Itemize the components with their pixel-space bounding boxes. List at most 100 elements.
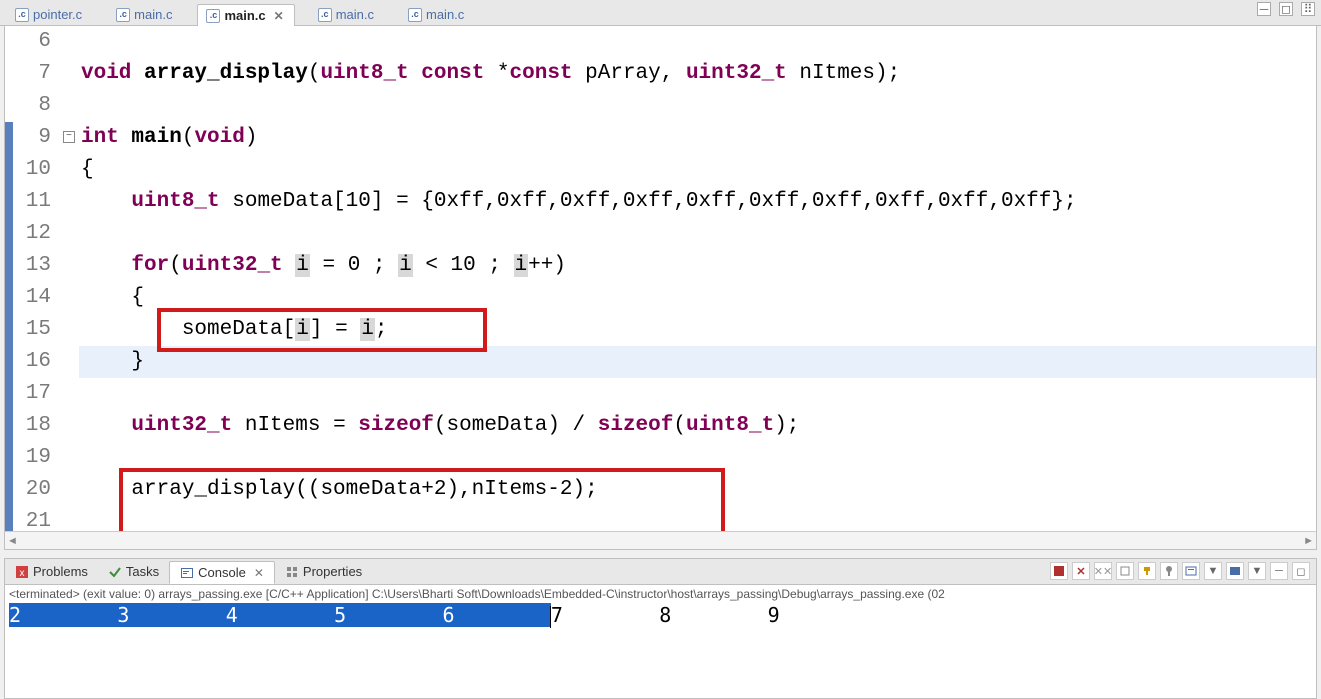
line-number: 21 — [5, 506, 61, 531]
line-number: 7 — [5, 58, 61, 90]
code-content[interactable] — [79, 26, 1316, 58]
console-launch-header: <terminated> (exit value: 0) arrays_pass… — [5, 585, 1316, 603]
fold-gutter[interactable] — [61, 26, 79, 58]
code-content[interactable] — [79, 378, 1316, 410]
line-number: 12 — [5, 218, 61, 250]
fold-gutter[interactable] — [61, 378, 79, 410]
code-editor-viewport[interactable]: 67 void array_display(uint8_t const *cons… — [5, 26, 1316, 531]
console-dropdown-button[interactable]: ▼ — [1204, 562, 1222, 580]
fold-gutter[interactable] — [61, 282, 79, 314]
code-line-11[interactable]: 11 uint8_t someData[10] = {0xff,0xff,0xf… — [5, 186, 1316, 218]
line-number: 15 — [5, 314, 61, 346]
c-file-icon: .c — [408, 8, 422, 22]
line-number: 8 — [5, 90, 61, 122]
close-icon[interactable]: ✕ — [274, 9, 284, 23]
close-icon[interactable]: ✕ — [254, 566, 264, 580]
terminate-button[interactable] — [1050, 562, 1068, 580]
code-content[interactable] — [79, 506, 1316, 531]
code-line-15[interactable]: 15 someData[i] = i; — [5, 314, 1316, 346]
console-text[interactable]: 7 8 9 — [551, 603, 876, 627]
fold-gutter[interactable] — [61, 58, 79, 90]
minimize-pane-button[interactable]: ─ — [1257, 2, 1271, 16]
fold-gutter[interactable] — [61, 186, 79, 218]
fold-gutter[interactable] — [61, 314, 79, 346]
console-body[interactable]: <terminated> (exit value: 0) arrays_pass… — [5, 585, 1316, 698]
display-selected-button[interactable] — [1182, 562, 1200, 580]
editor-pane-controls: ─ ◻ ⠿ — [1257, 2, 1315, 16]
code-content[interactable] — [79, 218, 1316, 250]
code-line-14[interactable]: 14 { — [5, 282, 1316, 314]
code-line-12[interactable]: 12 — [5, 218, 1316, 250]
code-content[interactable]: someData[i] = i; — [79, 314, 1316, 346]
line-number: 11 — [5, 186, 61, 218]
fold-gutter[interactable] — [61, 410, 79, 442]
code-line-20[interactable]: 20 array_display((someData+2),nItems-2); — [5, 474, 1316, 506]
fold-gutter[interactable] — [61, 346, 79, 378]
code-content[interactable]: void array_display(uint8_t const *const … — [79, 58, 1316, 90]
fold-gutter[interactable] — [61, 442, 79, 474]
code-content[interactable] — [79, 442, 1316, 474]
editor-tab-label: main.c — [134, 7, 172, 22]
line-number: 16 — [5, 346, 61, 378]
code-line-17[interactable]: 17 — [5, 378, 1316, 410]
maximize-panel-button[interactable]: ◻ — [1292, 562, 1310, 580]
bottom-panel: x Problems Tasks Console ✕ Properties ✕ — [4, 558, 1317, 699]
editor-tab-0[interactable]: .cpointer.c — [6, 3, 93, 25]
code-line-21[interactable]: 21 — [5, 506, 1316, 531]
code-line-6[interactable]: 6 — [5, 26, 1316, 58]
code-line-18[interactable]: 18 uint32_t nItems = sizeof(someData) / … — [5, 410, 1316, 442]
code-content[interactable]: for(uint32_t i = 0 ; i < 10 ; i++) — [79, 250, 1316, 282]
fold-gutter[interactable] — [61, 218, 79, 250]
fold-gutter[interactable] — [61, 250, 79, 282]
code-line-9[interactable]: 9−int main(void) — [5, 122, 1316, 154]
code-line-16[interactable]: 16 } — [5, 346, 1316, 378]
code-content[interactable]: } — [79, 346, 1316, 378]
code-editor[interactable]: 67 void array_display(uint8_t const *cons… — [4, 26, 1317, 550]
scroll-left-arrow-icon[interactable]: ◄ — [7, 535, 18, 547]
fold-gutter[interactable] — [61, 90, 79, 122]
tab-properties[interactable]: Properties — [275, 561, 372, 582]
scroll-lock-button[interactable] — [1138, 562, 1156, 580]
editor-tab-label: pointer.c — [33, 7, 82, 22]
code-content[interactable]: uint32_t nItems = sizeof(someData) / siz… — [79, 410, 1316, 442]
editor-tab-2[interactable]: .cmain.c✕ — [197, 4, 294, 26]
clear-console-button[interactable] — [1116, 562, 1134, 580]
code-line-19[interactable]: 19 — [5, 442, 1316, 474]
tab-problems[interactable]: x Problems — [5, 561, 98, 582]
code-content[interactable]: int main(void) — [79, 122, 1316, 154]
console-output[interactable]: 2 3 4 5 6 7 8 9 — [5, 603, 1316, 628]
editor-tab-4[interactable]: .c main.c — [399, 3, 475, 25]
editor-tab-label: main.c — [426, 7, 464, 22]
editor-tab-1[interactable]: .cmain.c — [107, 3, 183, 25]
code-line-8[interactable]: 8 — [5, 90, 1316, 122]
editor-tab-3[interactable]: .cmain.c — [309, 3, 385, 25]
fold-gutter[interactable] — [61, 506, 79, 531]
tab-tasks[interactable]: Tasks — [98, 561, 169, 582]
fold-gutter[interactable]: − — [61, 122, 79, 154]
scroll-right-arrow-icon[interactable]: ► — [1303, 535, 1314, 547]
console-icon — [180, 566, 194, 580]
more-pane-button[interactable]: ⠿ — [1301, 2, 1315, 16]
code-content[interactable]: uint8_t someData[10] = {0xff,0xff,0xff,0… — [79, 186, 1316, 218]
maximize-pane-button[interactable]: ◻ — [1279, 2, 1293, 16]
open-console-button[interactable] — [1226, 562, 1244, 580]
code-content[interactable] — [79, 90, 1316, 122]
editor-horizontal-scrollbar[interactable]: ◄ ► — [5, 531, 1316, 549]
code-line-10[interactable]: 10 { — [5, 154, 1316, 186]
code-content[interactable]: array_display((someData+2),nItems-2); — [79, 474, 1316, 506]
minimize-panel-button[interactable]: ─ — [1270, 562, 1288, 580]
new-console-dropdown-button[interactable]: ▼ — [1248, 562, 1266, 580]
code-line-7[interactable]: 7 void array_display(uint8_t const *const… — [5, 58, 1316, 90]
remove-launch-button[interactable]: ✕ — [1072, 562, 1090, 580]
remove-all-launches-button[interactable]: ✕✕ — [1094, 562, 1112, 580]
fold-gutter[interactable] — [61, 474, 79, 506]
code-content[interactable]: { — [79, 154, 1316, 186]
line-number: 10 — [5, 154, 61, 186]
code-content[interactable]: { — [79, 282, 1316, 314]
code-line-13[interactable]: 13 for(uint32_t i = 0 ; i < 10 ; i++) — [5, 250, 1316, 282]
tab-console[interactable]: Console ✕ — [169, 561, 275, 584]
pin-console-button[interactable] — [1160, 562, 1178, 580]
console-selection[interactable]: 2 3 4 5 6 — [9, 603, 551, 627]
fold-gutter[interactable] — [61, 154, 79, 186]
fold-toggle-icon[interactable]: − — [63, 131, 75, 143]
